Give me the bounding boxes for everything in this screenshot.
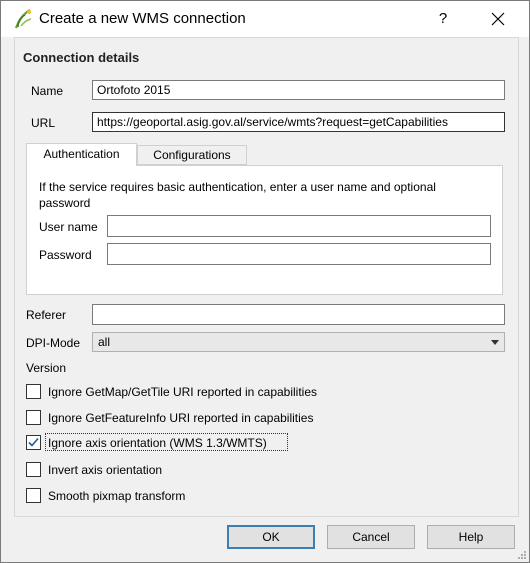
password-field[interactable]: [107, 243, 491, 265]
ok-button[interactable]: OK: [227, 525, 315, 549]
title-help-button[interactable]: ?: [431, 7, 455, 31]
title-bar: Create a new WMS connection ?: [1, 1, 529, 37]
name-field[interactable]: Ortofoto 2015: [92, 80, 505, 100]
chevron-down-icon: [491, 340, 499, 345]
smooth-pixmap-label[interactable]: Smooth pixmap transform: [48, 489, 185, 503]
dialog-window: Create a new WMS connection ? Connection…: [0, 0, 530, 563]
invert-axis-orientation-label[interactable]: Invert axis orientation: [48, 463, 162, 477]
dpi-mode-select[interactable]: all: [92, 332, 505, 352]
window-title: Create a new WMS connection: [39, 10, 246, 27]
smooth-pixmap-checkbox[interactable]: [26, 488, 41, 503]
referer-field[interactable]: [92, 304, 505, 325]
url-field[interactable]: https://geoportal.asig.gov.al/service/wm…: [92, 112, 505, 132]
ignore-getmap-checkbox[interactable]: [26, 384, 41, 399]
url-label: URL: [31, 116, 56, 130]
resize-grip-icon[interactable]: [517, 550, 527, 560]
close-button[interactable]: [481, 5, 515, 33]
username-field[interactable]: [107, 215, 491, 237]
version-label: Version: [26, 361, 67, 375]
ignore-axis-orientation-label[interactable]: Ignore axis orientation (WMS 1.3/WMTS): [48, 436, 267, 450]
auth-info-text: If the service requires basic authentica…: [39, 180, 436, 210]
cancel-button[interactable]: Cancel: [327, 525, 415, 549]
referer-label: Referer: [26, 308, 67, 322]
tab-authentication[interactable]: Authentication: [26, 143, 137, 166]
close-icon: [491, 12, 505, 26]
qgis-app-icon: [14, 9, 32, 29]
name-label: Name: [31, 84, 64, 98]
ignore-getmap-label[interactable]: Ignore GetMap/GetTile URI reported in ca…: [48, 385, 317, 399]
dpi-mode-label: DPI-Mode: [26, 336, 81, 350]
group-title: Connection details: [23, 50, 140, 65]
dpi-mode-value: all: [98, 335, 111, 349]
ignore-getfeatureinfo-label[interactable]: Ignore GetFeatureInfo URI reported in ca…: [48, 411, 313, 425]
ignore-axis-orientation-checkbox[interactable]: [26, 435, 41, 450]
checkmark-icon: [28, 437, 39, 447]
ignore-getfeatureinfo-checkbox[interactable]: [26, 410, 41, 425]
username-label: User name: [39, 220, 98, 234]
password-label: Password: [39, 248, 92, 262]
invert-axis-orientation-checkbox[interactable]: [26, 462, 41, 477]
tab-configurations[interactable]: Configurations: [137, 145, 247, 165]
help-button[interactable]: Help: [427, 525, 515, 549]
